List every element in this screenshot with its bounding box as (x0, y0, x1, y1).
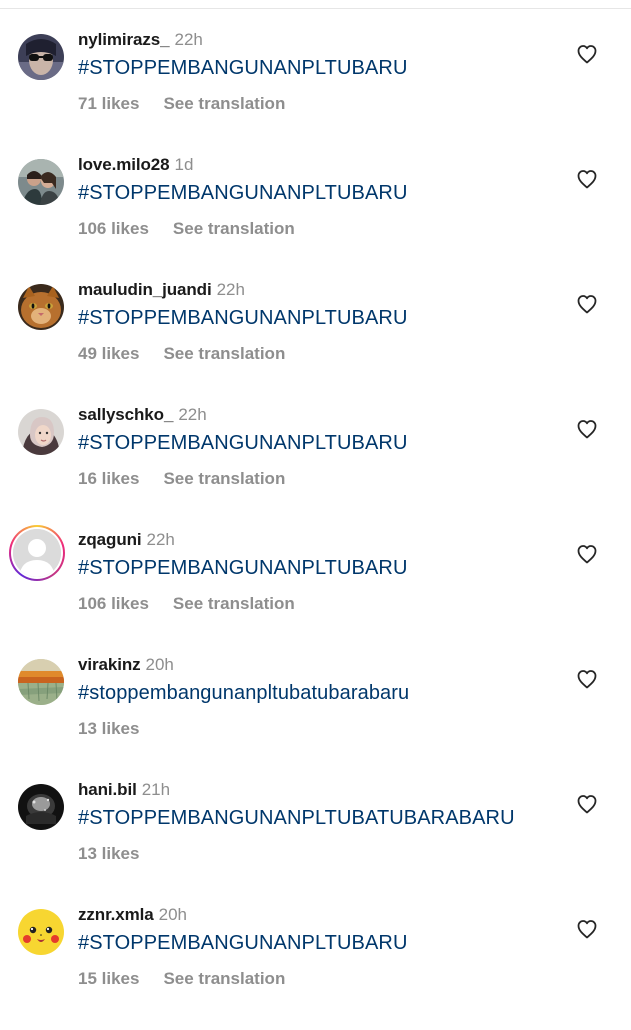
comment-item: nylimirazs_ 22h #STOPPEMBANGUNANPLTUBARU … (0, 30, 631, 155)
hashtag-link[interactable]: #STOPPEMBANGUNANPLTUBARU (78, 429, 408, 457)
comment-header: zznr.xmla 20h (78, 903, 187, 927)
comment-item: zznr.xmla 20h #STOPPEMBANGUNANPLTUBARU 15… (0, 905, 631, 1030)
hashtag-link[interactable]: #STOPPEMBANGUNANPLTUBARU (78, 304, 408, 332)
likes-count[interactable]: 71 likes (78, 92, 139, 116)
timestamp: 20h (158, 905, 188, 924)
comment-header: hani.bil 21h (78, 778, 170, 802)
see-translation-link[interactable]: See translation (173, 217, 295, 241)
likes-count[interactable]: 13 likes (78, 842, 139, 866)
comment-item: sallyschko_ 22h #STOPPEMBANGUNANPLTUBARU … (0, 405, 631, 530)
comment-meta: 106 likes See translation (78, 592, 295, 616)
hashtag-link[interactable]: #STOPPEMBANGUNANPLTUBATUBARABARU (78, 804, 515, 832)
comment-header: mauludin_juandi 22h (78, 278, 245, 302)
avatar[interactable] (18, 409, 64, 455)
timestamp: 1d (174, 155, 194, 174)
likes-count[interactable]: 13 likes (78, 717, 139, 741)
username-link[interactable]: nylimirazs_ (78, 30, 170, 49)
username-link[interactable]: virakinz (78, 655, 141, 674)
username-link[interactable]: love.milo28 (78, 155, 170, 174)
comment-header: zqaguni 22h (78, 528, 175, 552)
comment-meta: 13 likes (78, 842, 139, 866)
comment-header: love.milo28 1d (78, 153, 193, 177)
comment-meta: 49 likes See translation (78, 342, 285, 366)
heart-icon[interactable] (575, 292, 599, 316)
default-avatar-icon (13, 529, 61, 577)
see-translation-link[interactable]: See translation (163, 342, 285, 366)
see-translation-link[interactable]: See translation (163, 92, 285, 116)
hashtag-link[interactable]: #stoppembangunanpltubatubarabaru (78, 679, 409, 707)
comment-header: sallyschko_ 22h (78, 403, 207, 427)
username-link[interactable]: mauludin_juandi (78, 280, 212, 299)
username-link[interactable]: sallyschko_ (78, 405, 173, 424)
likes-count[interactable]: 49 likes (78, 342, 139, 366)
timestamp: 22h (146, 530, 175, 549)
timestamp: 22h (216, 280, 245, 299)
comment-meta: 71 likes See translation (78, 92, 285, 116)
comment-item: zqaguni 22h #STOPPEMBANGUNANPLTUBARU 106 … (0, 525, 631, 655)
timestamp: 20h (145, 655, 174, 674)
likes-count[interactable]: 15 likes (78, 967, 139, 991)
see-translation-link[interactable]: See translation (163, 967, 285, 991)
avatar[interactable] (18, 659, 64, 705)
username-link[interactable]: zqaguni (78, 530, 142, 549)
heart-icon[interactable] (575, 792, 599, 816)
comment-item: hani.bil 21h #STOPPEMBANGUNANPLTUBATUBARA… (0, 780, 631, 905)
see-translation-link[interactable]: See translation (173, 592, 295, 616)
hashtag-link[interactable]: #STOPPEMBANGUNANPLTUBARU (78, 179, 408, 207)
timestamp: 22h (174, 30, 203, 49)
timestamp: 22h (178, 405, 207, 424)
comment-header: nylimirazs_ 22h (78, 28, 203, 52)
top-divider (0, 8, 631, 9)
heart-icon[interactable] (575, 417, 599, 441)
timestamp: 21h (141, 780, 171, 799)
comment-item: virakinz 20h #stoppembangunanpltubatubara… (0, 655, 631, 780)
avatar[interactable] (18, 284, 64, 330)
avatar[interactable] (18, 34, 64, 80)
username-link[interactable]: hani.bil (78, 780, 137, 799)
hashtag-link[interactable]: #STOPPEMBANGUNANPLTUBARU (78, 54, 408, 82)
heart-icon[interactable] (575, 42, 599, 66)
hashtag-link[interactable]: #STOPPEMBANGUNANPLTUBARU (78, 929, 408, 957)
avatar[interactable] (18, 909, 64, 955)
heart-icon[interactable] (575, 667, 599, 691)
heart-icon[interactable] (575, 917, 599, 941)
heart-icon[interactable] (575, 542, 599, 566)
avatar-story-ring[interactable] (9, 525, 65, 581)
username-link[interactable]: zznr.xmla (78, 905, 154, 924)
hashtag-link[interactable]: #STOPPEMBANGUNANPLTUBARU (78, 554, 408, 582)
see-translation-link[interactable]: See translation (163, 467, 285, 491)
comment-meta: 106 likes See translation (78, 217, 295, 241)
likes-count[interactable]: 106 likes (78, 592, 149, 616)
comment-meta: 16 likes See translation (78, 467, 285, 491)
comment-item: mauludin_juandi 22h #STOPPEMBANGUNANPLTUB… (0, 280, 631, 405)
avatar[interactable] (18, 159, 64, 205)
comment-header: virakinz 20h (78, 653, 174, 677)
comment-meta: 15 likes See translation (78, 967, 285, 991)
avatar[interactable] (18, 784, 64, 830)
comment-meta: 13 likes (78, 717, 139, 741)
heart-icon[interactable] (575, 167, 599, 191)
comment-item: love.milo28 1d #STOPPEMBANGUNANPLTUBARU 1… (0, 155, 631, 280)
likes-count[interactable]: 16 likes (78, 467, 139, 491)
likes-count[interactable]: 106 likes (78, 217, 149, 241)
